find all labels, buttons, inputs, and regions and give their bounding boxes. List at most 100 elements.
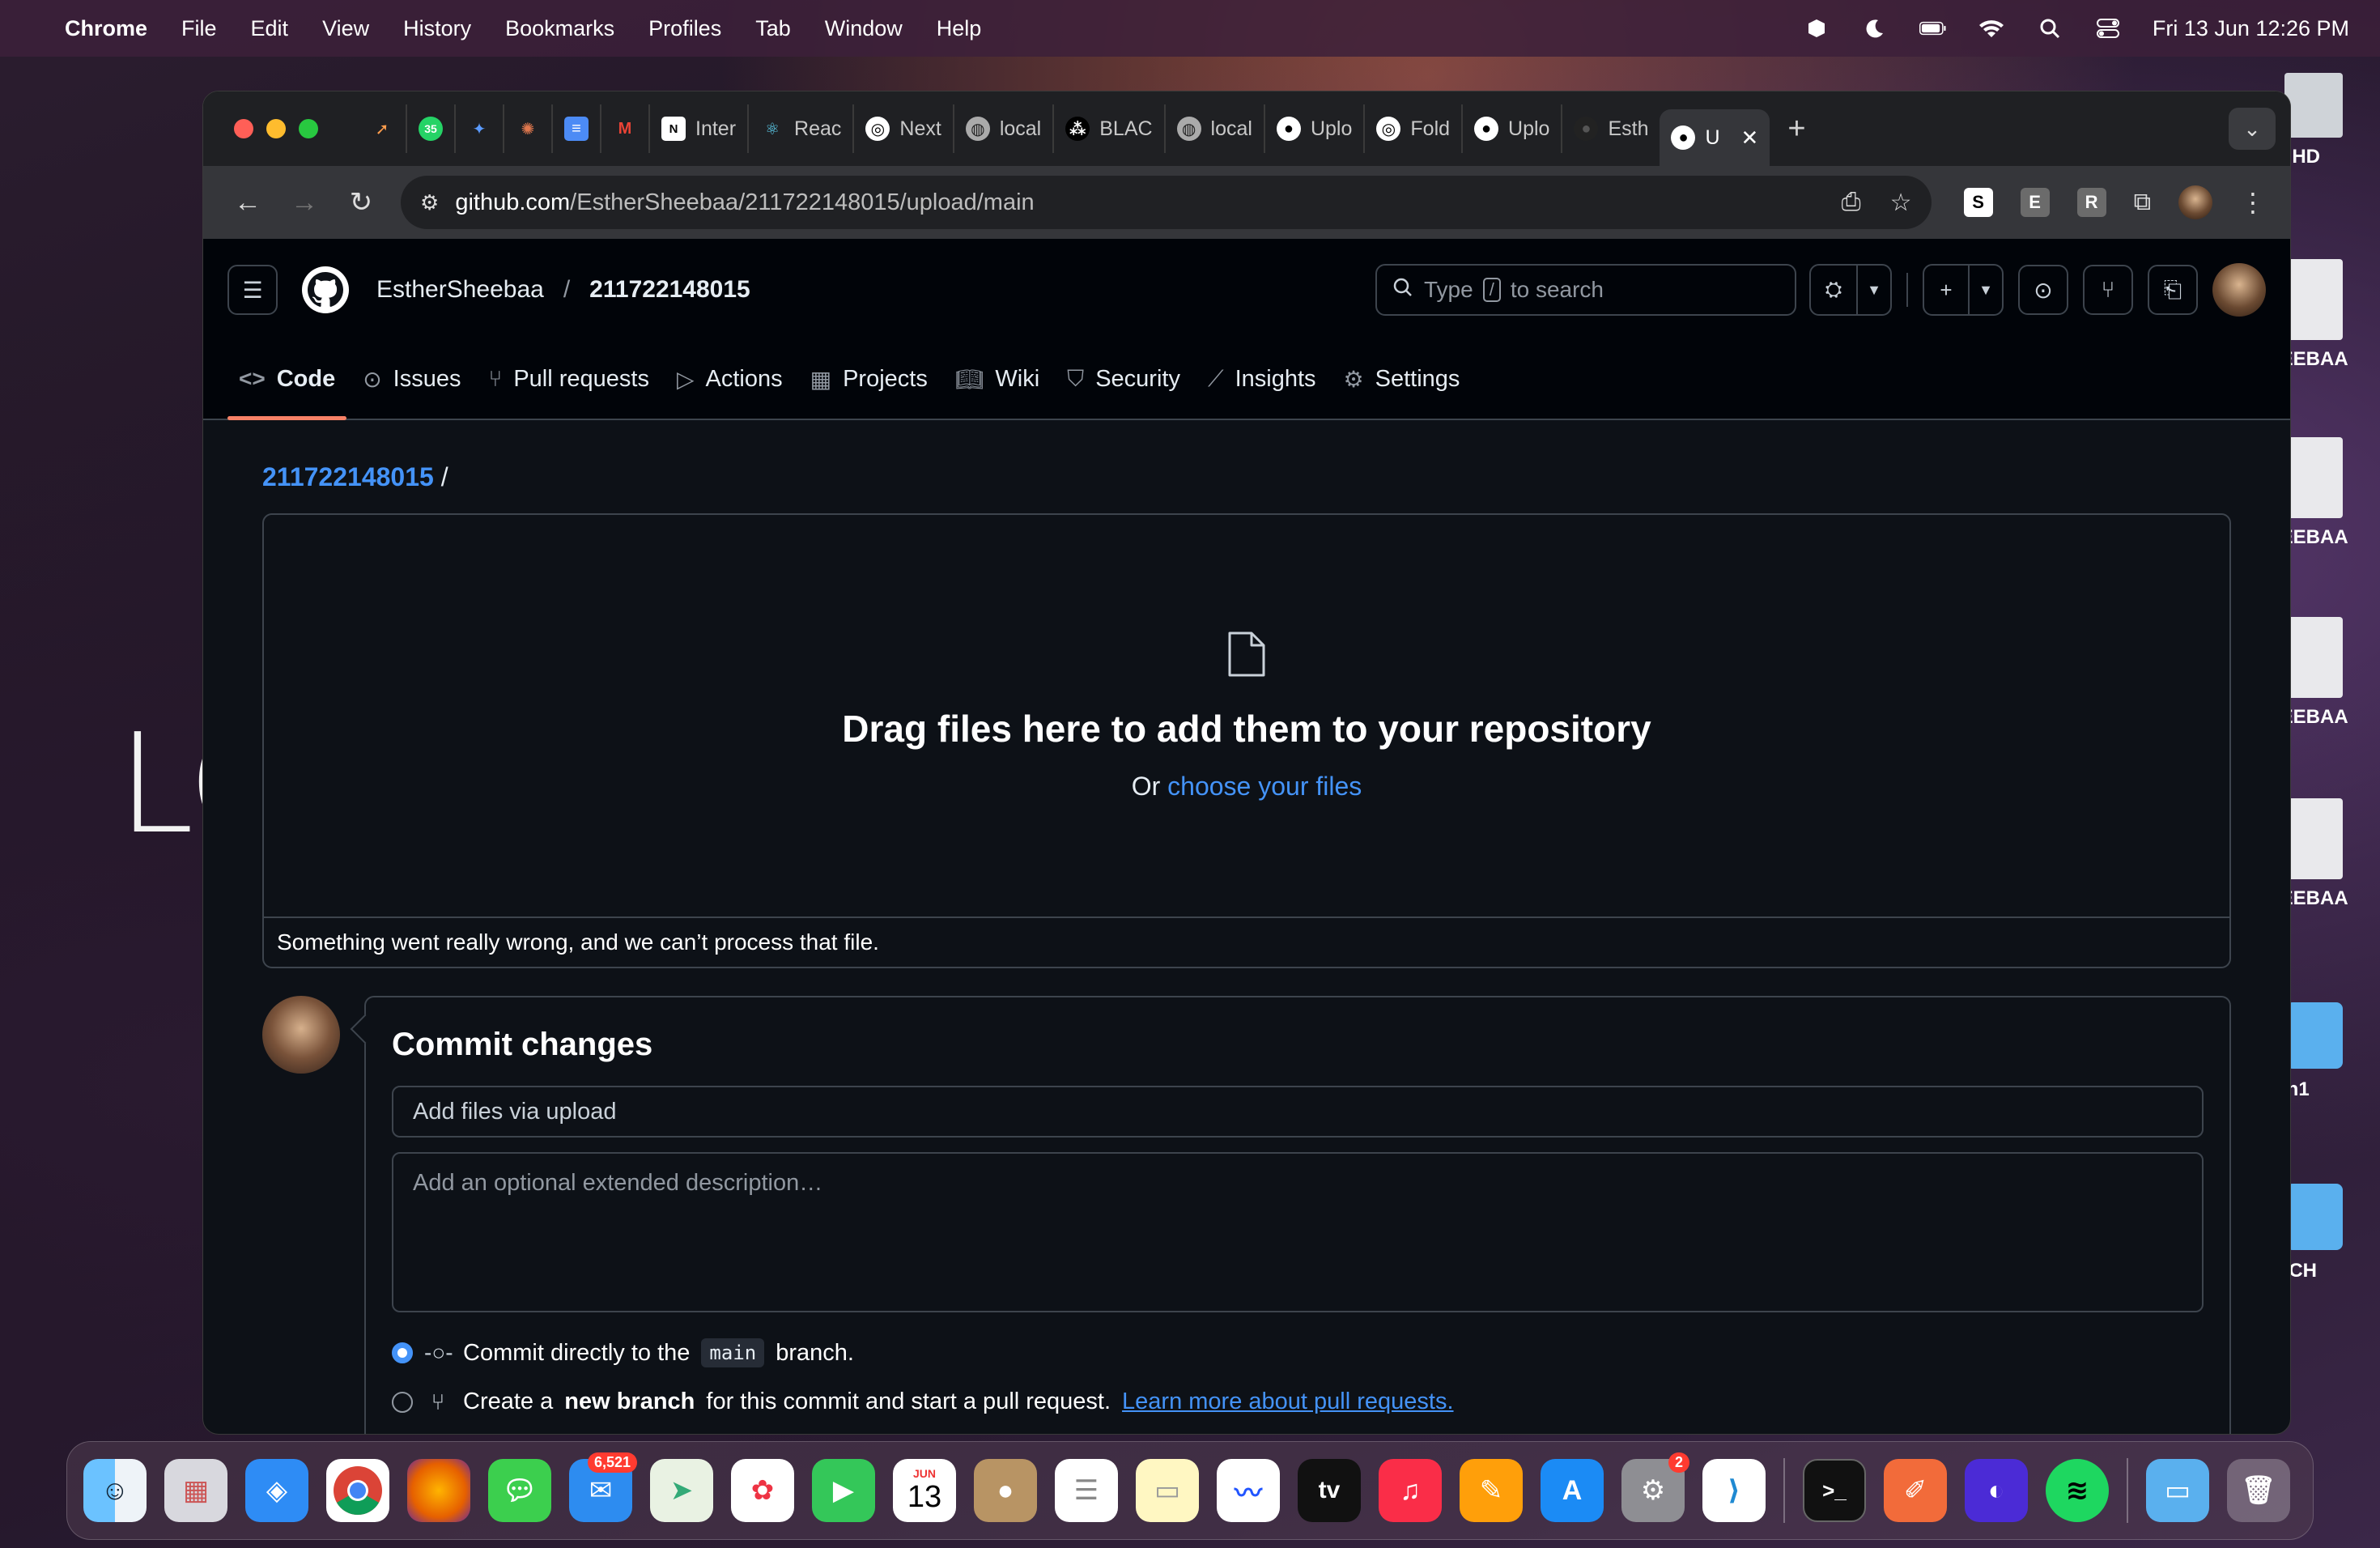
repo-owner-link[interactable]: EstherSheebaa xyxy=(376,276,544,304)
hamburger-menu-button[interactable]: ☰ xyxy=(227,265,278,315)
minimize-window-button[interactable] xyxy=(266,119,286,138)
terminal-icon[interactable]: >_ xyxy=(1803,1459,1866,1522)
messages-icon[interactable]: 💬︎ xyxy=(488,1459,551,1522)
menu-edit[interactable]: Edit xyxy=(251,16,289,41)
tab-actions[interactable]: ▷ Actions xyxy=(665,339,794,419)
browser-tab[interactable]: ◍ local xyxy=(954,104,1055,153)
chrome-icon[interactable] xyxy=(326,1459,389,1522)
menu-profiles[interactable]: Profiles xyxy=(648,16,721,41)
forward-button[interactable]: → xyxy=(276,187,333,219)
tab-pull-requests[interactable]: ⑂ Pull requests xyxy=(478,339,661,419)
calendar-icon[interactable]: JUN 13 xyxy=(893,1459,956,1522)
reload-button[interactable]: ↻ xyxy=(333,186,389,219)
commit-summary-input[interactable]: Add files via upload xyxy=(392,1086,2204,1138)
browser-tab-active[interactable]: ● U ✕ xyxy=(1660,109,1770,166)
reminders-icon[interactable]: ☰ xyxy=(1055,1459,1118,1522)
commit-new-branch-option[interactable]: ⑂ Create a new branch for this commit an… xyxy=(392,1389,2204,1415)
tab-code[interactable]: <> Code xyxy=(227,339,347,420)
browser-tab[interactable]: ● Uplo xyxy=(1463,104,1563,153)
tab-insights[interactable]: ⟋ Insights xyxy=(1196,339,1328,419)
browser-tab[interactable]: ● Uplo xyxy=(1265,104,1366,153)
menu-history[interactable]: History xyxy=(403,16,471,41)
back-button[interactable]: ← xyxy=(219,187,276,219)
menu-view[interactable]: View xyxy=(322,16,369,41)
battery-icon[interactable] xyxy=(1919,17,1947,40)
arc-icon[interactable]: ◐ xyxy=(1965,1459,2028,1522)
menu-file[interactable]: File xyxy=(181,16,217,41)
inbox-button[interactable]: ⎗ xyxy=(2148,265,2198,315)
menu-bookmarks[interactable]: Bookmarks xyxy=(505,16,614,41)
user-avatar[interactable] xyxy=(2212,263,2266,317)
browser-tab[interactable]: ● Esth xyxy=(1562,104,1660,153)
browser-tab[interactable]: ⚛ Reac xyxy=(749,104,855,153)
system-settings-icon[interactable]: ⚙ 2 xyxy=(1621,1452,1689,1522)
wifi-icon[interactable] xyxy=(1978,17,2005,40)
menubar-clock[interactable]: Fri 13 Jun 12:26 PM xyxy=(2153,16,2349,41)
zoom-window-button[interactable] xyxy=(299,119,318,138)
commit-description-textarea[interactable]: Add an optional extended description… xyxy=(392,1152,2204,1312)
create-new-button[interactable]: + ▼ xyxy=(1923,264,2004,316)
browser-tab[interactable]: ≡ xyxy=(553,104,601,153)
chrome-menu-icon[interactable]: ⋮ xyxy=(2240,187,2266,218)
browser-tab[interactable]: 35 xyxy=(407,104,456,153)
vscode-icon[interactable]: ⟩ xyxy=(1702,1459,1766,1522)
tab-security[interactable]: ⛉ Security xyxy=(1056,339,1192,419)
trash-icon[interactable]: 🗑︎ xyxy=(2227,1459,2290,1522)
downloads-folder-icon[interactable]: ▭ xyxy=(2146,1459,2209,1522)
browser-tab[interactable]: N Inter xyxy=(650,104,750,153)
search-input[interactable]: Type / to search xyxy=(1375,264,1796,316)
browser-tab[interactable]: ✺ xyxy=(504,104,553,153)
browser-tab[interactable]: ◎ Fold xyxy=(1365,104,1464,153)
tab-wiki[interactable]: 📖︎ Wiki xyxy=(944,339,1051,419)
tab-issues[interactable]: ⊙ Issues xyxy=(351,339,472,419)
tab-search-button[interactable]: ⌄ xyxy=(2229,108,2276,150)
extension-e-icon[interactable]: E xyxy=(2020,188,2050,217)
profile-avatar[interactable] xyxy=(2178,185,2212,219)
browser-tab[interactable]: ➚ xyxy=(359,104,407,153)
new-tab-button[interactable]: + xyxy=(1787,112,1805,147)
photos-icon[interactable]: ✿ xyxy=(731,1459,794,1522)
cube-status-icon[interactable] xyxy=(1803,17,1830,40)
firefox-icon[interactable] xyxy=(407,1459,470,1522)
pull-requests-button[interactable]: ⑂ xyxy=(2083,265,2133,315)
browser-tab[interactable]: M xyxy=(601,104,650,153)
repo-name-link[interactable]: 211722148015 xyxy=(589,276,750,304)
choose-files-link[interactable]: choose your files xyxy=(1167,772,1362,801)
install-app-icon[interactable]: ⎙ xyxy=(1842,189,1861,217)
control-center-icon[interactable] xyxy=(2094,17,2122,40)
learn-more-pr-link[interactable]: Learn more about pull requests. xyxy=(1122,1389,1453,1415)
safari-icon[interactable]: ◈ xyxy=(245,1459,308,1522)
bookmark-star-icon[interactable]: ☆ xyxy=(1890,189,1912,217)
copilot-button[interactable]: ⛭ ▼ xyxy=(1809,264,1892,316)
close-window-button[interactable] xyxy=(234,119,253,138)
chevron-down-icon[interactable]: ▼ xyxy=(1856,266,1890,314)
breadcrumb-repo-link[interactable]: 211722148015 xyxy=(262,462,434,491)
issues-button[interactable]: ⊙ xyxy=(2018,265,2068,315)
extensions-puzzle-icon[interactable]: ⧉ xyxy=(2134,189,2151,216)
menu-window[interactable]: Window xyxy=(825,16,903,41)
browser-tab[interactable]: ✦ xyxy=(456,104,504,153)
finder-icon[interactable]: ☺ xyxy=(83,1459,147,1522)
extension-s-icon[interactable]: S xyxy=(1963,188,1993,217)
close-tab-icon[interactable]: ✕ xyxy=(1741,125,1759,151)
browser-tab[interactable]: ◍ local xyxy=(1166,104,1265,153)
app-store-icon[interactable]: A xyxy=(1541,1459,1604,1522)
contacts-icon[interactable]: ● xyxy=(974,1459,1037,1522)
commit-direct-radio[interactable] xyxy=(392,1342,413,1363)
pages-icon[interactable]: ✎ xyxy=(1460,1459,1523,1522)
tab-settings[interactable]: ⚙ Settings xyxy=(1332,339,1472,419)
maps-icon[interactable]: ➤ xyxy=(650,1459,713,1522)
menu-app-name[interactable]: Chrome xyxy=(65,16,147,41)
browser-tab[interactable]: ◎ Next xyxy=(854,104,954,153)
apple-tv-icon[interactable]: tv xyxy=(1298,1459,1361,1522)
focus-moon-icon[interactable] xyxy=(1861,17,1889,40)
chevron-down-icon[interactable]: ▼ xyxy=(1968,266,2002,314)
tab-projects[interactable]: ▦ Projects xyxy=(799,339,939,419)
site-settings-icon[interactable]: ⚙ xyxy=(420,190,439,215)
spotify-icon[interactable]: ≋ xyxy=(2046,1459,2109,1522)
menu-help[interactable]: Help xyxy=(937,16,982,41)
address-bar[interactable]: ⚙ github.com/EstherSheebaa/211722148015/… xyxy=(401,176,1932,229)
browser-tab[interactable]: ⁂ BLAC xyxy=(1054,104,1166,153)
facetime-icon[interactable]: ▶ xyxy=(812,1459,875,1522)
file-dropzone[interactable]: Drag files here to add them to your repo… xyxy=(262,513,2231,918)
